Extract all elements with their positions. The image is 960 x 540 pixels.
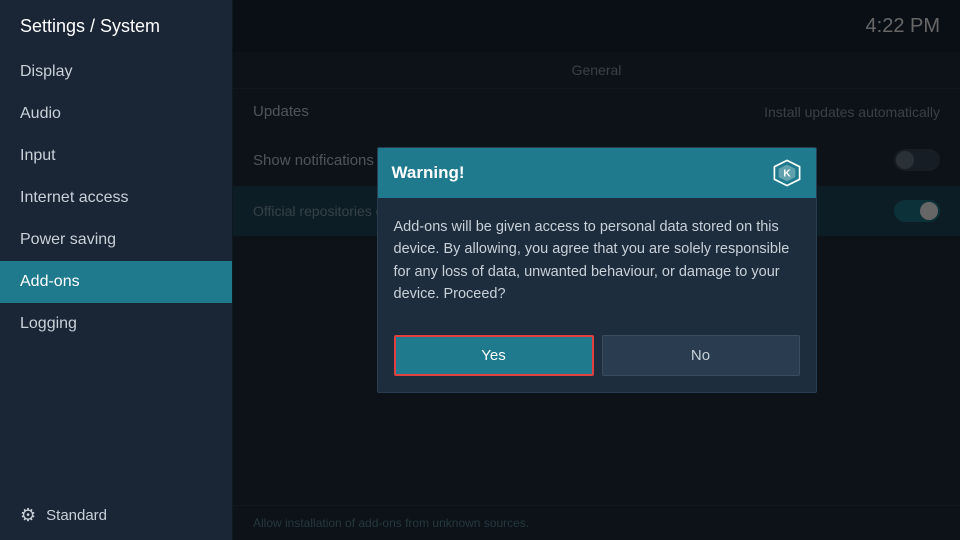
no-button[interactable]: No	[602, 335, 800, 376]
warning-buttons: Yes No	[378, 325, 816, 392]
warning-header: Warning! K	[378, 148, 816, 198]
sidebar-item-logging[interactable]: Logging	[0, 303, 232, 345]
svg-text:K: K	[783, 168, 791, 179]
kodi-logo-icon: K	[773, 159, 801, 187]
sidebar-item-audio[interactable]: Audio	[0, 93, 232, 135]
sidebar-footer-label: Standard	[46, 507, 107, 524]
page-title: Settings / System	[0, 0, 232, 51]
sidebar-item-input[interactable]: Input	[0, 135, 232, 177]
sidebar-footer[interactable]: ⚙ Standard	[0, 491, 232, 540]
sidebar-item-add-ons[interactable]: Add-ons	[0, 261, 232, 303]
gear-icon: ⚙	[20, 505, 36, 526]
sidebar: Settings / System Display Audio Input In…	[0, 0, 232, 540]
sidebar-item-display[interactable]: Display	[0, 51, 232, 93]
warning-body: Add-ons will be given access to personal…	[378, 198, 816, 326]
warning-text: Add-ons will be given access to personal…	[394, 219, 790, 302]
warning-dialog: Warning! K Add-ons will be given access …	[377, 147, 817, 394]
main-content: 4:22 PM General Updates Install updates …	[233, 0, 960, 540]
yes-button[interactable]: Yes	[394, 335, 594, 376]
kodi-logo: K	[772, 158, 802, 188]
modal-overlay: Warning! K Add-ons will be given access …	[233, 0, 960, 540]
sidebar-item-internet-access[interactable]: Internet access	[0, 177, 232, 219]
sidebar-nav: Display Audio Input Internet access Powe…	[0, 51, 232, 491]
sidebar-item-power-saving[interactable]: Power saving	[0, 219, 232, 261]
warning-title: Warning!	[392, 163, 465, 183]
